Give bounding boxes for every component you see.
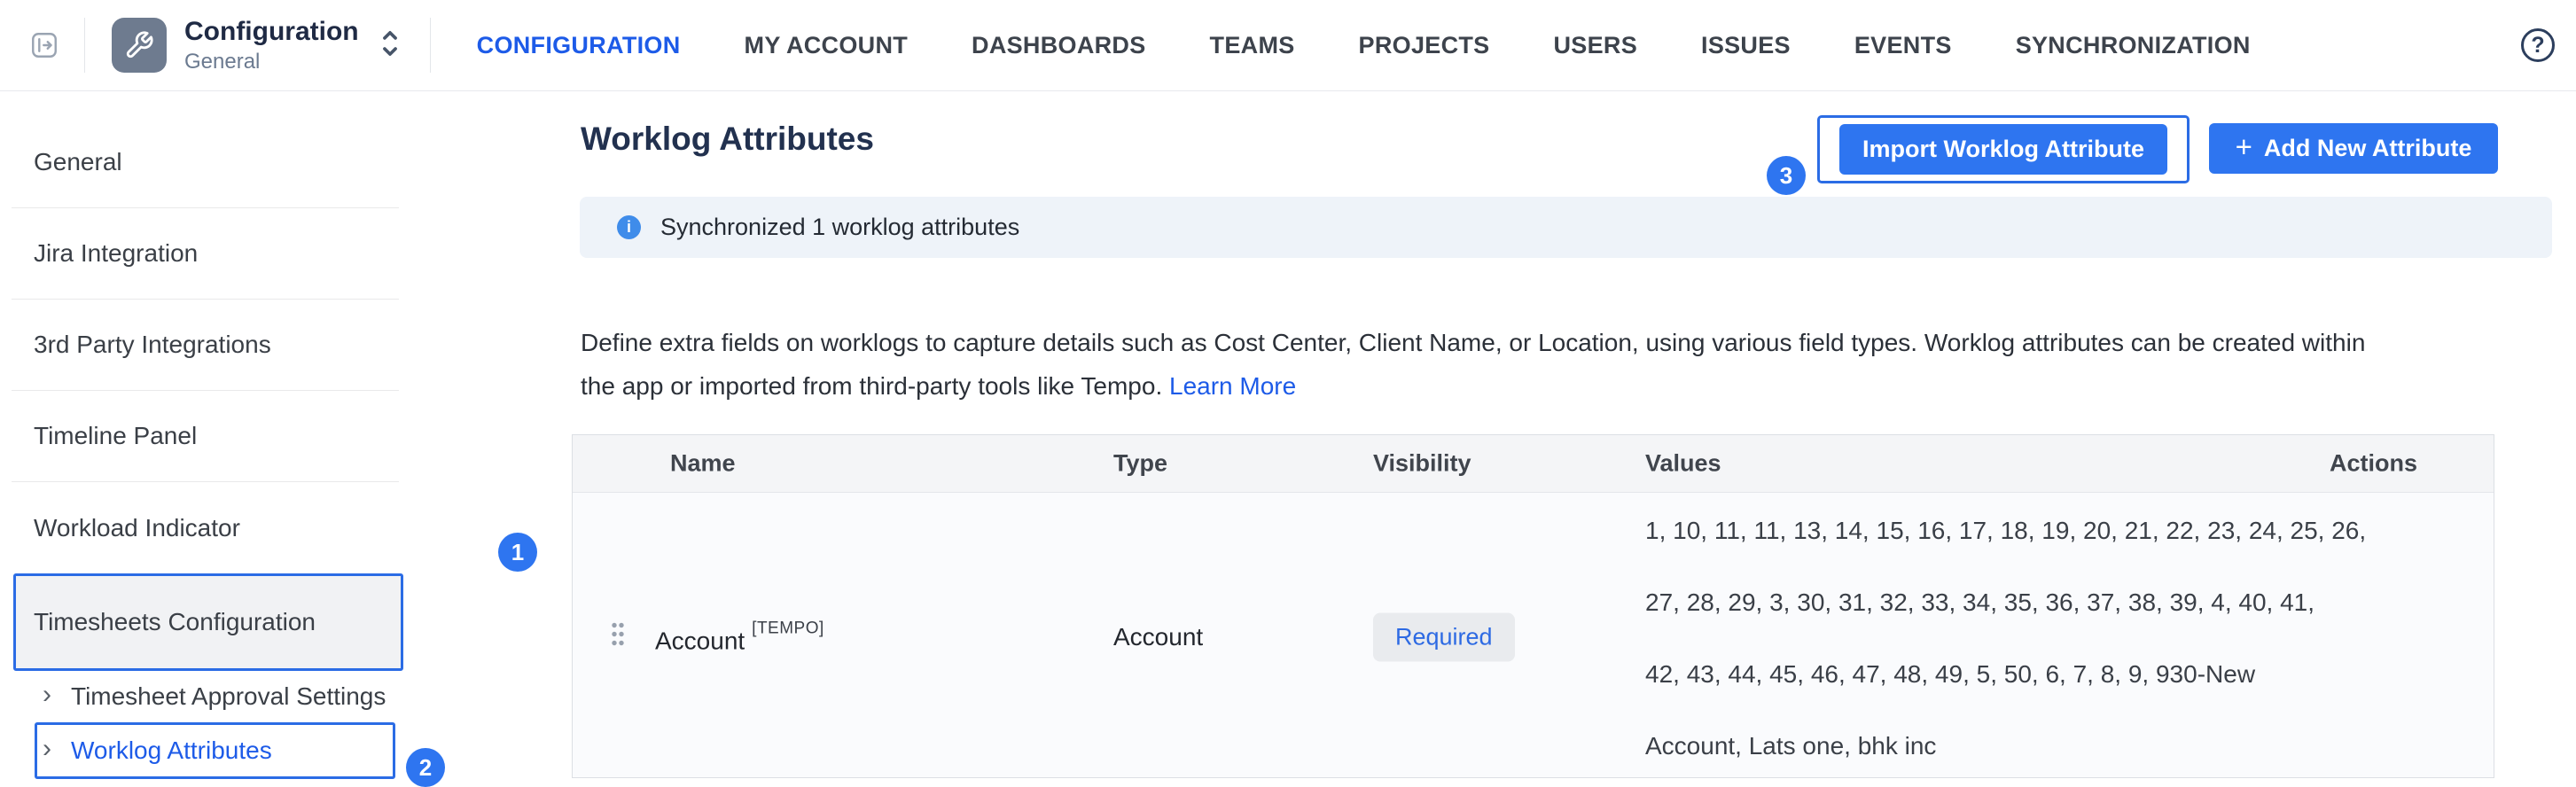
sidebar-item-label: Timesheets Configuration	[34, 608, 316, 636]
visibility-badge: Required	[1373, 613, 1515, 662]
app-switcher[interactable]: Configuration General	[112, 18, 402, 73]
sidebar-expand-icon[interactable]	[27, 28, 61, 62]
annotation-step-2-badge: 2	[406, 748, 445, 787]
sidebar-item-workload-indicator[interactable]: Workload Indicator	[12, 482, 399, 573]
worklog-attributes-table: Name Type Visibility Values Actions Acco…	[572, 434, 2494, 778]
nav-synchronization[interactable]: SYNCHRONIZATION	[2016, 32, 2251, 59]
column-header-name: Name	[670, 450, 736, 478]
column-header-values: Values	[1645, 450, 1721, 478]
main-nav: CONFIGURATION MY ACCOUNT DASHBOARDS TEAM…	[477, 32, 2251, 59]
banner-text: Synchronized 1 worklog attributes	[660, 214, 1019, 241]
table-header-row: Name Type Visibility Values Actions	[573, 435, 2494, 493]
add-new-attribute-label: Add New Attribute	[2264, 135, 2471, 162]
values-line: 1, 10, 11, 11, 13, 14, 15, 16, 17, 18, 1…	[1645, 495, 2366, 566]
wrench-icon	[112, 18, 167, 73]
app-title: Configuration	[184, 19, 359, 45]
nav-my-account[interactable]: MY ACCOUNT	[745, 32, 909, 59]
description-line-1: Define extra fields on worklogs to captu…	[581, 321, 2557, 364]
nav-projects[interactable]: PROJECTS	[1359, 32, 1490, 59]
annotation-step-1-badge: 1	[498, 533, 537, 572]
sidebar-item-label: Worklog Attributes	[71, 736, 272, 765]
column-header-actions: Actions	[2330, 450, 2417, 478]
sidebar: General Jira Integration 3rd Party Integ…	[0, 91, 532, 787]
annotation-step-3-badge: 3	[1767, 156, 1806, 195]
table-row: Account[TEMPO] Account Required 1, 10, 1…	[573, 493, 2494, 778]
column-header-type: Type	[1113, 450, 1167, 478]
values-line: 27, 28, 29, 3, 30, 31, 32, 33, 34, 35, 3…	[1645, 566, 2366, 638]
drag-handle-icon[interactable]	[609, 619, 627, 656]
add-new-attribute-button[interactable]: + Add New Attribute	[2209, 123, 2498, 174]
attribute-type: Account	[1113, 623, 1203, 651]
nav-users[interactable]: USERS	[1553, 32, 1637, 59]
tempo-tag: [TEMPO]	[752, 619, 824, 638]
page-description: Define extra fields on worklogs to captu…	[581, 321, 2557, 408]
app-subtitle: General	[184, 51, 359, 73]
nav-dashboards[interactable]: DASHBOARDS	[972, 32, 1146, 59]
info-icon: i	[617, 215, 641, 239]
attribute-values: 1, 10, 11, 11, 13, 14, 15, 16, 17, 18, 1…	[1645, 495, 2366, 782]
nav-configuration[interactable]: CONFIGURATION	[477, 32, 681, 59]
sidebar-item-jira-integration[interactable]: Jira Integration	[12, 208, 399, 300]
page-title: Worklog Attributes	[581, 121, 874, 158]
sidebar-item-label: Timesheet Approval Settings	[71, 682, 386, 711]
sidebar-item-3rd-party-integrations[interactable]: 3rd Party Integrations	[12, 300, 399, 391]
sync-info-banner: i Synchronized 1 worklog attributes	[580, 197, 2552, 258]
chevron-right-icon: ›	[43, 736, 51, 762]
attribute-name: Account[TEMPO]	[655, 619, 824, 656]
learn-more-link[interactable]: Learn More	[1169, 372, 1296, 400]
divider	[84, 18, 85, 73]
values-line: 42, 43, 44, 45, 46, 47, 48, 49, 5, 50, 6…	[1645, 638, 2366, 710]
help-icon[interactable]: ?	[2521, 28, 2555, 62]
sidebar-item-worklog-attributes[interactable]: › Worklog Attributes	[35, 722, 395, 779]
top-bar: Configuration General CONFIGURATION MY A…	[0, 0, 2576, 91]
sidebar-item-timesheet-approval-settings[interactable]: › Timesheet Approval Settings	[0, 671, 532, 722]
sidebar-item-timesheets-configuration[interactable]: Timesheets Configuration	[13, 573, 403, 671]
description-line-2: the app or imported from third-party too…	[581, 364, 2557, 408]
column-header-visibility: Visibility	[1373, 450, 1471, 478]
chevron-up-down-icon	[379, 28, 402, 63]
plus-icon: +	[2236, 130, 2252, 164]
nav-teams[interactable]: TEAMS	[1210, 32, 1295, 59]
nav-events[interactable]: EVENTS	[1854, 32, 1952, 59]
chevron-right-icon: ›	[43, 682, 51, 708]
sidebar-item-timeline-panel[interactable]: Timeline Panel	[12, 391, 399, 482]
sidebar-item-general[interactable]: General	[12, 117, 399, 208]
annotation-step-3-box: Import Worklog Attribute	[1817, 115, 2190, 183]
values-line: Account, Lats one, bhk inc	[1645, 710, 2366, 782]
nav-issues[interactable]: ISSUES	[1701, 32, 1791, 59]
import-worklog-attribute-button[interactable]: Import Worklog Attribute	[1839, 124, 2167, 175]
divider	[430, 18, 431, 73]
